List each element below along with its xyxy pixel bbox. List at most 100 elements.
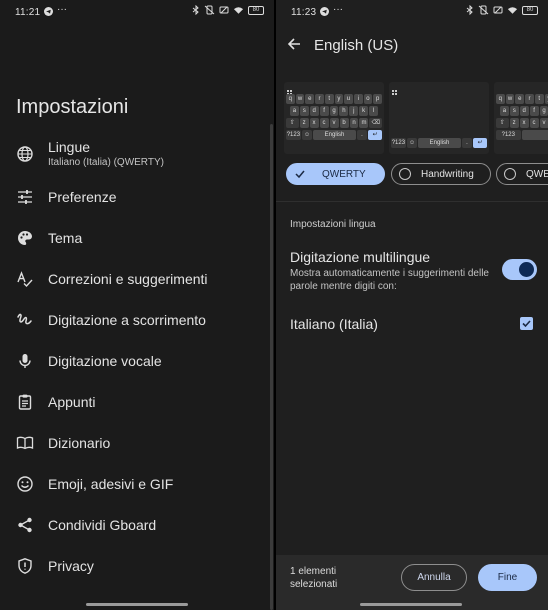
status-bar: 11:23 ··· 80 xyxy=(276,0,548,24)
menu-item-condividi[interactable]: Condividi Gboard xyxy=(0,504,274,545)
key-a: a xyxy=(290,106,299,116)
key-w: w xyxy=(505,94,515,104)
more-notifications-icon: ··· xyxy=(57,4,67,15)
key-w: w xyxy=(295,94,305,104)
key-row-3: ⇧zxcvbnm⌫ xyxy=(286,118,383,128)
menu-item-label: Digitazione a scorrimento xyxy=(48,311,206,328)
menu-item-sublabel: Italiano (Italia) (QWERTY) xyxy=(48,157,164,168)
multilingual-toggle[interactable] xyxy=(502,259,537,280)
menu-item-label: Correzioni e suggerimenti xyxy=(48,270,208,287)
menu-item-label: Privacy xyxy=(48,557,94,574)
key-v: v xyxy=(539,118,548,128)
sim-icon xyxy=(219,5,229,15)
key-z: z xyxy=(299,118,309,128)
wifi-icon xyxy=(507,6,518,15)
back-arrow-icon[interactable] xyxy=(286,36,302,52)
key-row-4: ?123 xyxy=(496,130,548,140)
key-g: g xyxy=(539,106,548,116)
menu-item-lingue[interactable]: Lingue Italiano (Italia) (QWERTY) xyxy=(0,132,274,176)
menu-item-dizionario[interactable]: Dizionario xyxy=(0,422,274,463)
key-d: d xyxy=(309,106,319,116)
language-checkbox[interactable] xyxy=(520,317,533,330)
key-row-3: ⇧zxcvbnm⌫ xyxy=(496,118,548,128)
enter-key: ↵ xyxy=(473,138,487,148)
chip-label: QWERTY xyxy=(322,168,366,180)
key-e: e xyxy=(305,94,315,104)
language-option-label: Italiano (Italia) xyxy=(290,316,378,332)
bluetooth-icon xyxy=(466,5,474,15)
key-y: y xyxy=(334,94,344,104)
check-icon xyxy=(522,320,531,328)
key-b: b xyxy=(339,118,349,128)
chip-label: QWER xyxy=(526,168,548,180)
key-y: y xyxy=(544,94,548,104)
key-d: d xyxy=(519,106,529,116)
spellcheck-icon xyxy=(16,270,34,288)
telegram-icon xyxy=(320,7,329,19)
menu-item-label: Tema xyxy=(48,229,83,246)
space-key xyxy=(521,130,548,140)
menu-item-label: Emoji, adesivi e GIF xyxy=(48,475,174,492)
telegram-icon xyxy=(44,7,53,19)
chip-handwriting[interactable]: Handwriting xyxy=(391,163,491,185)
key-u: u xyxy=(344,94,353,104)
key-s: s xyxy=(509,106,519,116)
menu-item-scorrimento[interactable]: Digitazione a scorrimento xyxy=(0,299,274,340)
key-i: i xyxy=(353,94,363,104)
menu-item-emoji[interactable]: Emoji, adesivi e GIF xyxy=(0,463,274,504)
menu-item-label: Lingue xyxy=(48,139,91,155)
key-o: o xyxy=(363,94,373,104)
screen-title: English (US) xyxy=(314,37,399,54)
key-f: f xyxy=(529,106,539,116)
key-f: f xyxy=(319,106,329,116)
numeric-key: ?123 xyxy=(391,138,406,148)
menu-item-privacy[interactable]: Privacy xyxy=(0,545,274,586)
numeric-key: ?123 xyxy=(286,130,301,140)
more-notifications-icon: ··· xyxy=(333,4,343,15)
status-bar: 11:21 ··· 80 xyxy=(0,0,274,24)
gesture-navigation-bar[interactable] xyxy=(360,603,462,606)
settings-menu: Lingue Italiano (Italia) (QWERTY) Prefer… xyxy=(0,132,274,586)
preview-toolbar xyxy=(391,84,487,95)
backspace-key: ⌫ xyxy=(369,118,383,128)
layout-preview-strip[interactable]: qwertyuiop asdfghjkl ⇧ z x c v b n m ⌫ ?123 ☺ En… xyxy=(284,82,548,154)
menu-item-label: Preferenze xyxy=(48,188,117,205)
vibrate-off-icon xyxy=(478,5,489,15)
menu-item-correzioni[interactable]: Correzioni e suggerimenti xyxy=(0,258,274,299)
gesture-icon xyxy=(16,311,34,329)
globe-icon xyxy=(16,145,34,163)
key-m: m xyxy=(359,118,369,128)
menu-item-tema[interactable]: Tema xyxy=(0,217,274,258)
chip-qwer[interactable]: QWER xyxy=(496,163,548,185)
gesture-navigation-bar[interactable] xyxy=(86,603,188,606)
key-c: c xyxy=(529,118,539,128)
battery-icon: 80 xyxy=(522,5,538,15)
menu-item-appunti[interactable]: Appunti xyxy=(0,381,274,422)
menu-item-label: Digitazione vocale xyxy=(48,352,162,369)
key-k: k xyxy=(359,106,369,116)
key-n: n xyxy=(349,118,359,128)
qwerty-preview[interactable]: qwertyuiop asdfghjkl ⇧ z x c v b n m ⌫ ?123 ☺ En… xyxy=(284,82,384,154)
selection-action-bar: 1 elementi selezionati Annulla Fine xyxy=(276,555,548,610)
menu-item-label: Appunti xyxy=(48,393,96,410)
emoji-icon xyxy=(16,475,34,493)
scrollbar[interactable] xyxy=(270,124,273,610)
qwer-preview[interactable]: qwertyuiop asdfghjkl ⇧zxcvbnm⌫ ?123 xyxy=(494,82,548,154)
key-l: l xyxy=(369,106,379,116)
key-r: r xyxy=(525,94,534,104)
wifi-icon xyxy=(233,6,244,15)
battery-icon: 80 xyxy=(248,5,264,15)
radio-icon xyxy=(504,168,516,180)
status-time: 11:23 xyxy=(291,7,317,18)
handwriting-preview[interactable]: ?123 ☺ English . ↵ xyxy=(389,82,489,154)
cancel-button[interactable]: Annulla xyxy=(401,564,467,591)
menu-item-vocale[interactable]: Digitazione vocale xyxy=(0,340,274,381)
microphone-icon xyxy=(16,352,34,370)
done-button[interactable]: Fine xyxy=(478,564,537,591)
shield-icon xyxy=(16,557,34,575)
key-e: e xyxy=(515,94,525,104)
section-header: Impostazioni lingua xyxy=(290,219,376,230)
chip-qwerty[interactable]: QWERTY xyxy=(286,163,385,185)
emoji-key: ☺ xyxy=(301,130,313,140)
menu-item-preferenze[interactable]: Preferenze xyxy=(0,176,274,217)
